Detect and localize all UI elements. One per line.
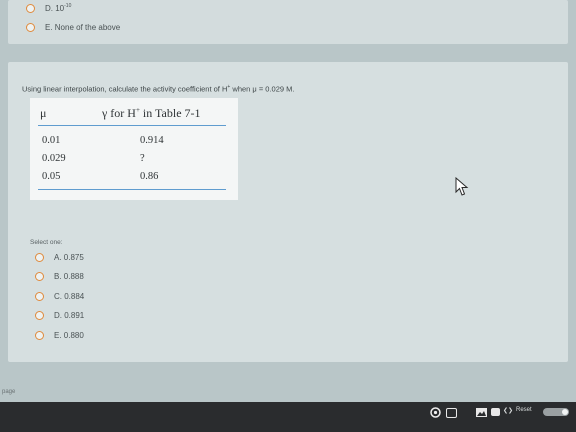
document-icon[interactable] xyxy=(491,408,500,416)
header-rule xyxy=(38,125,226,127)
option-b[interactable]: B. 0.888 xyxy=(35,272,84,281)
browser-icon[interactable] xyxy=(430,407,441,418)
select-one-label: Select one: xyxy=(30,239,63,246)
radio-button[interactable] xyxy=(35,253,44,262)
radio-button[interactable] xyxy=(26,23,35,32)
reset-label[interactable]: Reset xyxy=(516,407,532,413)
previous-question-card: D. 10 -10 E. None of the above xyxy=(8,0,568,44)
radio-button[interactable] xyxy=(26,4,35,13)
table-cell-gamma: ? xyxy=(140,153,145,164)
option-label: C. 0.884 xyxy=(54,292,85,301)
image-icon[interactable] xyxy=(476,408,487,417)
table-cell-mu: 0.05 xyxy=(42,171,61,182)
table-cell-gamma: 0.914 xyxy=(140,135,164,146)
option-label: A. 0.875 xyxy=(54,253,84,262)
option-c[interactable]: C. 0.884 xyxy=(35,292,84,301)
table-cell-mu: 0.01 xyxy=(42,135,61,146)
interpolation-table: μ γ for H+ in Table 7-1 0.01 0.914 0.029… xyxy=(30,98,238,200)
radio-button[interactable] xyxy=(35,311,44,320)
reset-toggle[interactable] xyxy=(543,408,569,416)
mouse-cursor-icon xyxy=(455,177,469,196)
option-superscript: -10 xyxy=(64,2,72,9)
taskbar: ❮❯ Reset xyxy=(0,402,576,432)
table-cell-gamma: 0.86 xyxy=(140,171,159,182)
option-label: E. None of the above xyxy=(45,23,121,32)
radio-button[interactable] xyxy=(35,331,44,340)
gamma-header: γ for H+ in Table 7-1 xyxy=(102,106,201,120)
reset-arrows-icon: ❮❯ xyxy=(503,408,514,414)
option-e-previous[interactable]: E. None of the above xyxy=(26,23,120,32)
mu-header: μ xyxy=(40,106,47,120)
option-label: D. 10 xyxy=(45,4,65,13)
table-cell-mu: 0.029 xyxy=(42,153,66,164)
option-label: B. 0.888 xyxy=(54,272,84,281)
page-label: page xyxy=(2,389,16,395)
option-d-previous[interactable]: D. 10 -10 xyxy=(26,2,72,13)
radio-button[interactable] xyxy=(35,292,44,301)
footer-rule xyxy=(38,189,226,191)
option-e[interactable]: E. 0.880 xyxy=(35,331,84,340)
question-text: Using linear interpolation, calculate th… xyxy=(22,84,295,94)
radio-button[interactable] xyxy=(35,272,44,281)
option-label: E. 0.880 xyxy=(54,331,84,340)
option-a[interactable]: A. 0.875 xyxy=(35,253,84,262)
option-d[interactable]: D. 0.891 xyxy=(35,311,84,320)
window-icon[interactable] xyxy=(446,408,457,418)
option-label: D. 0.891 xyxy=(54,311,85,320)
